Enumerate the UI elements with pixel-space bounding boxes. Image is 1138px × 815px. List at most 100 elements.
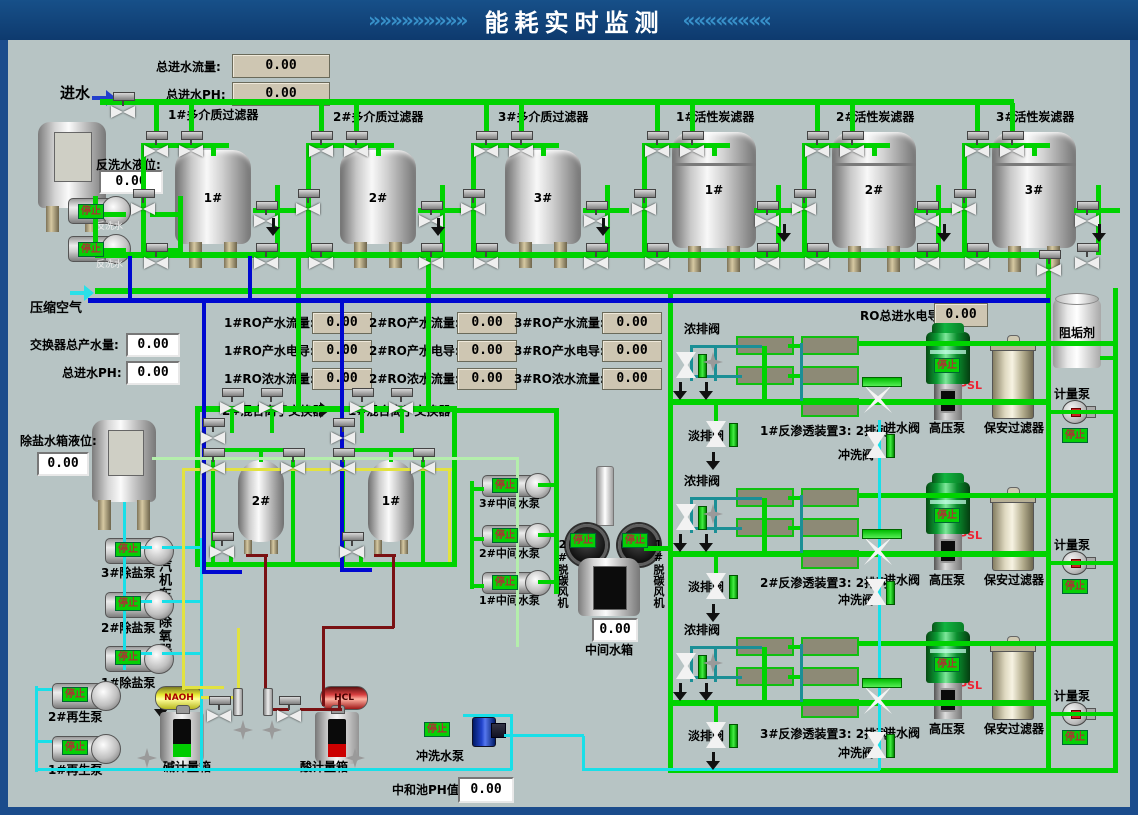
ro-cond-value[interactable]: 0.00: [602, 340, 662, 362]
pipe: [714, 405, 718, 423]
valve-icon[interactable]: [644, 131, 670, 158]
chevrons-left-icon: »»»»»»»»»: [368, 8, 466, 32]
ro-flow-value[interactable]: 0.00: [602, 312, 662, 334]
pipe: [1113, 288, 1118, 772]
flush-water-pump[interactable]: [466, 714, 506, 748]
valve-icon[interactable]: [410, 448, 436, 475]
valve-icon[interactable]: [330, 418, 356, 445]
valve-icon[interactable]: [130, 189, 156, 216]
valve-icon[interactable]: [110, 92, 136, 119]
valve-icon[interactable]: [631, 189, 657, 216]
filter-tank: 2#: [340, 150, 416, 244]
ro-cond-value[interactable]: 0.00: [457, 340, 517, 362]
valve-icon[interactable]: [219, 388, 245, 415]
filter-label: 1#活性炭滤器: [676, 110, 754, 125]
valve-icon[interactable]: [209, 532, 235, 559]
valve-icon[interactable]: [418, 243, 444, 270]
valve-icon[interactable]: [418, 201, 444, 228]
middle-tank-value[interactable]: 0.00: [592, 618, 638, 642]
valve-icon[interactable]: [508, 131, 534, 158]
pipe: [35, 768, 202, 771]
valve-icon[interactable]: [295, 189, 321, 216]
middle-pump-label: 1#中间水泵: [479, 594, 540, 608]
pipe: [248, 256, 252, 300]
pipe: [1048, 712, 1116, 716]
valve-icon[interactable]: [258, 388, 284, 415]
exchanger-total-value[interactable]: 0.00: [126, 333, 180, 357]
ro-unit-label: 1#反渗透装置3: 2排列: [760, 424, 888, 439]
valve-icon[interactable]: [583, 243, 609, 270]
desalt-level-value[interactable]: 0.00: [37, 452, 89, 476]
pipe: [463, 714, 510, 717]
title-bar: »»»»»»»»» 能耗实时监测 ««««««««: [0, 0, 1138, 40]
valve-icon[interactable]: [964, 243, 990, 270]
valve-icon[interactable]: [679, 131, 705, 158]
valve-icon[interactable]: [951, 189, 977, 216]
valve-icon[interactable]: [676, 352, 696, 378]
flush-valve-label: 冲洗阀: [838, 746, 874, 761]
valve-icon[interactable]: [866, 732, 886, 758]
valve-icon[interactable]: [644, 243, 670, 270]
valve-icon[interactable]: [914, 201, 940, 228]
inlet-ph-value[interactable]: 0.00: [126, 361, 180, 385]
valve-icon[interactable]: [343, 131, 369, 158]
total-flow-label: 总进水流量:: [156, 60, 221, 75]
valve-icon[interactable]: [866, 579, 886, 605]
pipe: [872, 146, 877, 156]
valve-icon[interactable]: [178, 131, 204, 158]
valve-icon[interactable]: [206, 696, 232, 723]
chevrons-right-icon: ««««««««: [682, 8, 769, 32]
valve-icon[interactable]: [1074, 201, 1100, 228]
valve-icon[interactable]: [866, 432, 886, 458]
ro-conc-label: 3#RO浓水流量:: [514, 372, 605, 387]
valve-icon[interactable]: [308, 131, 334, 158]
valve-icon[interactable]: [999, 131, 1025, 158]
flow-arrow-icon: [602, 218, 605, 229]
alkali-metering-tank: [160, 712, 204, 764]
valve-icon[interactable]: [839, 131, 865, 158]
status-stop: 停止: [424, 722, 450, 737]
pipe: [690, 646, 762, 649]
ro-flow-value[interactable]: 0.00: [457, 312, 517, 334]
valve-icon[interactable]: [791, 189, 817, 216]
pipe: [472, 487, 484, 491]
valve-icon[interactable]: [676, 653, 696, 679]
valve-icon[interactable]: [1036, 250, 1062, 277]
indicator-bar: [729, 575, 738, 599]
valve-icon[interactable]: [388, 388, 414, 415]
flow-arrow-icon: [705, 683, 708, 694]
backwash-pump-label: 反洗水: [96, 260, 123, 271]
valve-icon[interactable]: [964, 131, 990, 158]
valve-icon[interactable]: [339, 532, 365, 559]
valve-icon[interactable]: [676, 504, 696, 530]
pipe: [300, 708, 342, 711]
valve-icon[interactable]: [349, 388, 375, 415]
valve-icon[interactable]: [308, 243, 334, 270]
valve-icon[interactable]: [460, 189, 486, 216]
valve-icon[interactable]: [200, 448, 226, 475]
ro-conc-value[interactable]: 0.00: [457, 368, 517, 390]
valve-icon[interactable]: [754, 201, 780, 228]
valve-icon[interactable]: [473, 131, 499, 158]
valve-icon[interactable]: [330, 448, 356, 475]
neutral-ph-value[interactable]: 0.00: [458, 777, 514, 803]
middle-tank-label: 中间水箱: [585, 643, 633, 658]
valve-icon[interactable]: [280, 448, 306, 475]
status-stop: 停止: [115, 650, 141, 665]
valve-icon[interactable]: [583, 201, 609, 228]
valve-icon[interactable]: [143, 131, 169, 158]
valve-icon[interactable]: [804, 243, 830, 270]
valve-icon[interactable]: [276, 696, 302, 723]
valve-icon[interactable]: [253, 243, 279, 270]
status-stop: 停止: [492, 575, 518, 590]
valve-icon[interactable]: [200, 418, 226, 445]
agitator-icon: [262, 720, 282, 740]
ro-conc-value[interactable]: 0.00: [602, 368, 662, 390]
valve-icon[interactable]: [143, 243, 169, 270]
valve-icon[interactable]: [473, 243, 499, 270]
total-flow-value[interactable]: 0.00: [232, 54, 330, 78]
valve-icon[interactable]: [804, 131, 830, 158]
hmi-window: »»»»»»»»» 能耗实时监测 «««««««« 总进水流量: 0.00 总进…: [0, 0, 1138, 815]
valve-icon[interactable]: [253, 201, 279, 228]
ro-flow-label: 3#RO产水流量:: [514, 316, 605, 331]
